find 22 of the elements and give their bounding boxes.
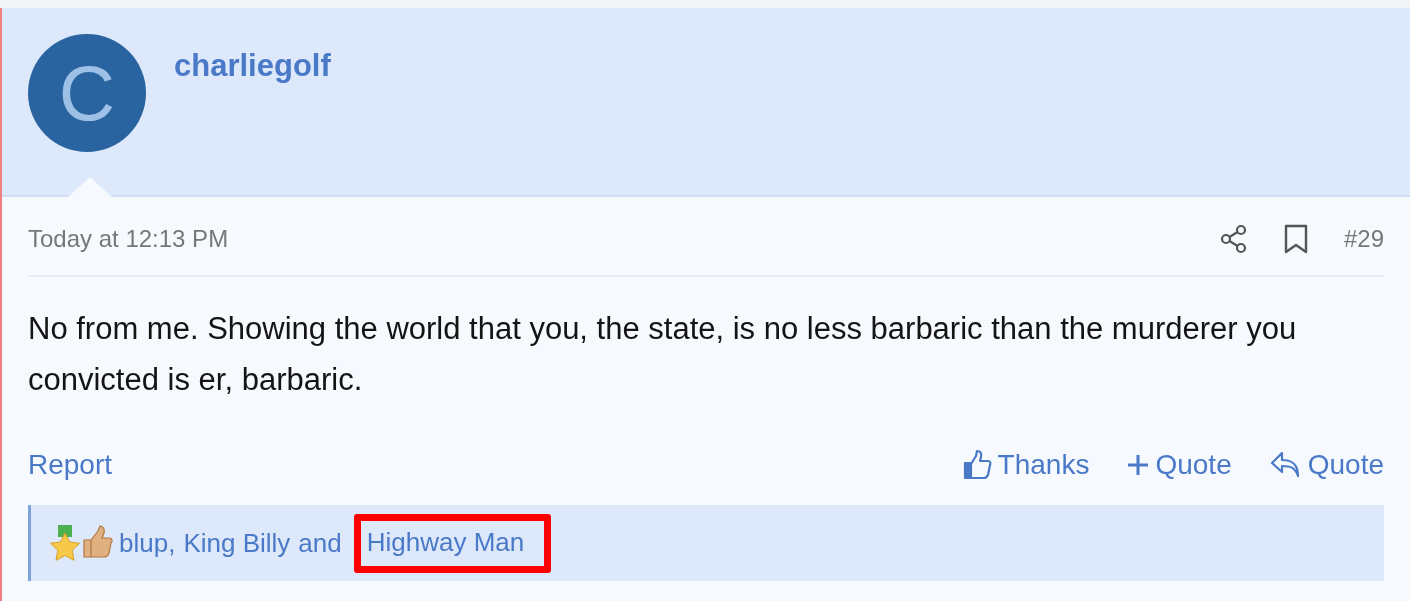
reaction-user-link[interactable]: King Billy [183,527,291,559]
separator-text: , [168,527,176,559]
thumbs-up-icon [81,525,113,561]
star-medal-icon [49,525,81,561]
reaction-user-link[interactable]: Highway Man [353,513,552,573]
post-number-link[interactable]: #29 [1343,225,1384,253]
username-link[interactable]: charliegolf [174,48,331,84]
reaction-user-link[interactable]: blup [119,527,169,559]
reply-arrow-icon [1269,450,1302,480]
plus-icon [1127,454,1150,476]
avatar[interactable]: C [28,34,146,152]
thumbs-up-icon [961,449,992,481]
share-icon[interactable] [1219,223,1248,255]
thanks-link[interactable]: Thanks [961,449,1090,481]
post-date[interactable]: Today at 12:13 PM [28,225,229,253]
multi-quote-link[interactable]: Quote [1127,449,1232,481]
quote-link[interactable]: Quote [1269,449,1384,481]
bookmark-icon[interactable] [1283,224,1308,254]
conjunction-text: and [298,527,342,559]
post-text: No from me. Showing the world that you, the state, is no less barbaric than the murderer you convicted is er, barbaric. [28,310,1298,399]
report-link[interactable]: Report [28,449,113,481]
pointer-notch [68,177,112,197]
